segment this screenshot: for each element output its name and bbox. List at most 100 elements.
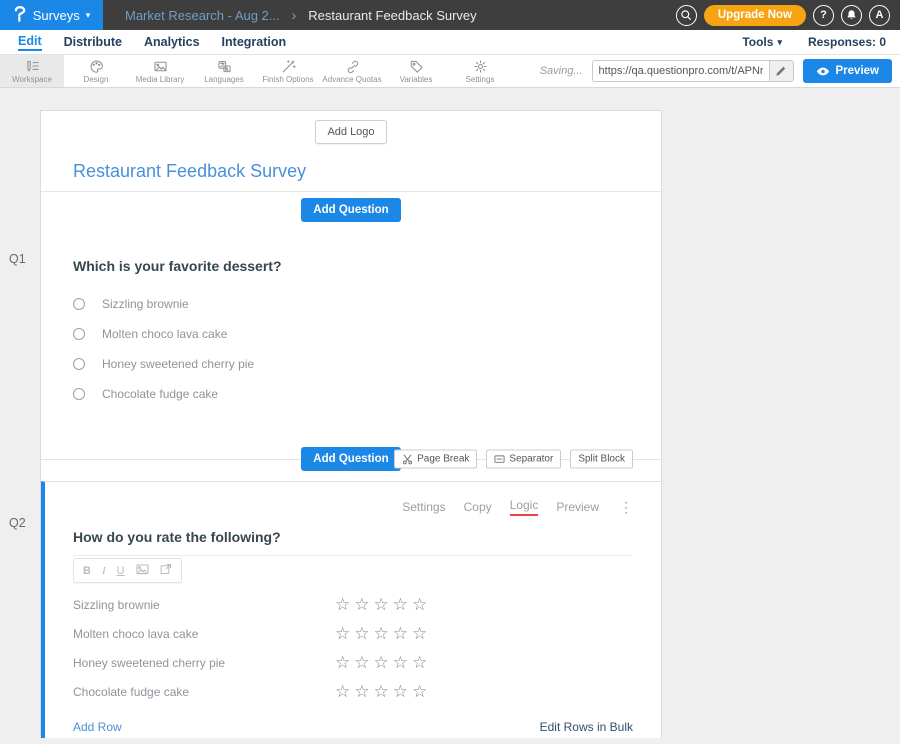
star-icon[interactable]: ☆ [374, 683, 389, 700]
star-icon[interactable]: ☆ [374, 596, 389, 613]
star-icon[interactable]: ☆ [393, 654, 408, 671]
survey-title[interactable]: Restaurant Feedback Survey [73, 161, 629, 191]
star-icon[interactable]: ☆ [354, 596, 369, 613]
palette-icon [89, 59, 104, 74]
underline-button[interactable]: U [117, 565, 125, 577]
star-icon[interactable]: ☆ [335, 625, 350, 642]
add-question-button-top[interactable]: Add Question [301, 198, 400, 222]
toolbar-item-finish-options[interactable]: Finish Options [256, 55, 320, 87]
star-icon[interactable]: ☆ [354, 683, 369, 700]
star-icon[interactable]: ☆ [412, 625, 427, 642]
search-icon [680, 9, 692, 21]
more-options-icon[interactable]: ⋮ [619, 499, 633, 516]
star-rating[interactable]: ☆☆☆☆☆ [335, 654, 427, 671]
star-icon[interactable]: ☆ [412, 596, 427, 613]
add-question-button-bottom[interactable]: Add Question [301, 447, 400, 471]
header-actions: Upgrade Now ? A [676, 5, 900, 26]
page-break-button[interactable]: Page Break [394, 450, 477, 469]
star-icon[interactable]: ☆ [374, 654, 389, 671]
preview-button[interactable]: Preview [803, 59, 892, 83]
tab-integration[interactable]: Integration [211, 30, 298, 54]
star-icon[interactable]: ☆ [354, 654, 369, 671]
answer-option[interactable]: Honey sweetened cherry pie [73, 357, 629, 371]
rating-rows: Sizzling brownie ☆☆☆☆☆ Molten choco lava… [73, 590, 633, 706]
tag-icon [409, 59, 424, 74]
tab-edit[interactable]: Edit [7, 30, 53, 54]
image-icon [136, 564, 149, 575]
notifications-button[interactable] [841, 5, 862, 26]
chain-link-icon [345, 59, 360, 74]
search-button[interactable] [676, 5, 697, 26]
q2-logic-link[interactable]: Logic [510, 498, 539, 516]
question-block-q2[interactable]: Settings Copy Logic Preview ⋮ How do you… [41, 481, 661, 738]
rating-row: Chocolate fudge cake ☆☆☆☆☆ [73, 677, 633, 706]
answer-option[interactable]: Molten choco lava cake [73, 327, 629, 341]
star-icon[interactable]: ☆ [354, 625, 369, 642]
add-row-link[interactable]: Add Row [73, 720, 122, 734]
survey-card: Add Logo Restaurant Feedback Survey Add … [40, 110, 662, 738]
q2-settings-link[interactable]: Settings [402, 500, 445, 514]
star-icon[interactable]: ☆ [412, 654, 427, 671]
toolbar-item-workspace[interactable]: Workspace [0, 55, 64, 87]
q2-copy-link[interactable]: Copy [464, 500, 492, 514]
star-icon[interactable]: ☆ [412, 683, 427, 700]
radio-icon[interactable] [73, 298, 85, 310]
edit-rows-in-bulk-link[interactable]: Edit Rows in Bulk [540, 720, 633, 734]
star-icon[interactable]: ☆ [335, 654, 350, 671]
insert-image-button[interactable] [136, 564, 149, 578]
tab-distribute[interactable]: Distribute [53, 30, 133, 54]
breadcrumb-survey-name: Restaurant Feedback Survey [308, 8, 476, 23]
tab-analytics[interactable]: Analytics [133, 30, 211, 54]
separator-button[interactable]: Separator [486, 450, 561, 469]
toolbar-item-settings[interactable]: Settings [448, 55, 512, 87]
radio-icon[interactable] [73, 328, 85, 340]
responses-count[interactable]: Responses: 0 [808, 35, 886, 49]
upgrade-button[interactable]: Upgrade Now [704, 5, 806, 26]
help-button[interactable]: ? [813, 5, 834, 26]
rating-row: Honey sweetened cherry pie ☆☆☆☆☆ [73, 648, 633, 677]
star-icon[interactable]: ☆ [335, 596, 350, 613]
surveys-menu[interactable]: Surveys ▾ [0, 0, 103, 30]
q2-preview-link[interactable]: Preview [556, 500, 599, 514]
star-icon[interactable]: ☆ [393, 625, 408, 642]
star-rating[interactable]: ☆☆☆☆☆ [335, 596, 427, 613]
toolbar-item-variables[interactable]: Variables [384, 55, 448, 87]
toolbar-item-design[interactable]: Design [64, 55, 128, 87]
toolbar-item-media-library[interactable]: Media Library [128, 55, 192, 87]
star-rating[interactable]: ☆☆☆☆☆ [335, 683, 427, 700]
radio-icon[interactable] [73, 358, 85, 370]
radio-icon[interactable] [73, 388, 85, 400]
toolbar-item-advance-quotas[interactable]: Advance Quotas [320, 55, 384, 87]
q2-question-text[interactable]: How do you rate the following? [73, 529, 633, 556]
star-icon[interactable]: ☆ [393, 683, 408, 700]
answer-option[interactable]: Chocolate fudge cake [73, 387, 629, 401]
q1-question-text[interactable]: Which is your favorite dessert? [73, 258, 629, 274]
edit-url-button[interactable] [769, 61, 793, 81]
toolbar-item-languages[interactable]: Languages [192, 55, 256, 87]
avatar-button[interactable]: A [869, 5, 890, 26]
insert-link-button[interactable] [160, 563, 172, 578]
question-mark-icon: ? [820, 9, 827, 21]
star-icon[interactable]: ☆ [374, 625, 389, 642]
star-icon[interactable]: ☆ [393, 596, 408, 613]
star-icon[interactable]: ☆ [335, 683, 350, 700]
italic-button[interactable]: I [102, 565, 106, 577]
tools-menu[interactable]: Tools ▾ [742, 35, 782, 49]
star-rating[interactable]: ☆☆☆☆☆ [335, 625, 427, 642]
top-header: Surveys ▾ Market Research - Aug 2... › R… [0, 0, 900, 30]
question-block-q1[interactable]: Which is your favorite dessert? Sizzling… [41, 258, 661, 411]
answer-option[interactable]: Sizzling brownie [73, 297, 629, 311]
split-block-button[interactable]: Split Block [570, 450, 633, 469]
gear-icon [473, 59, 488, 74]
translate-icon [217, 59, 232, 74]
survey-url-input[interactable] [593, 61, 769, 81]
rating-row: Molten choco lava cake ☆☆☆☆☆ [73, 619, 633, 648]
tabbar-right: Tools ▾ Responses: 0 [742, 30, 900, 54]
breadcrumb-folder[interactable]: Market Research - Aug 2... [125, 8, 280, 23]
separator-icon [494, 454, 505, 465]
magic-wand-icon [281, 59, 296, 74]
question-number-q1: Q1 [9, 252, 26, 266]
scissors-icon [402, 454, 413, 465]
add-logo-button[interactable]: Add Logo [315, 120, 386, 144]
bold-button[interactable]: B [83, 565, 91, 577]
